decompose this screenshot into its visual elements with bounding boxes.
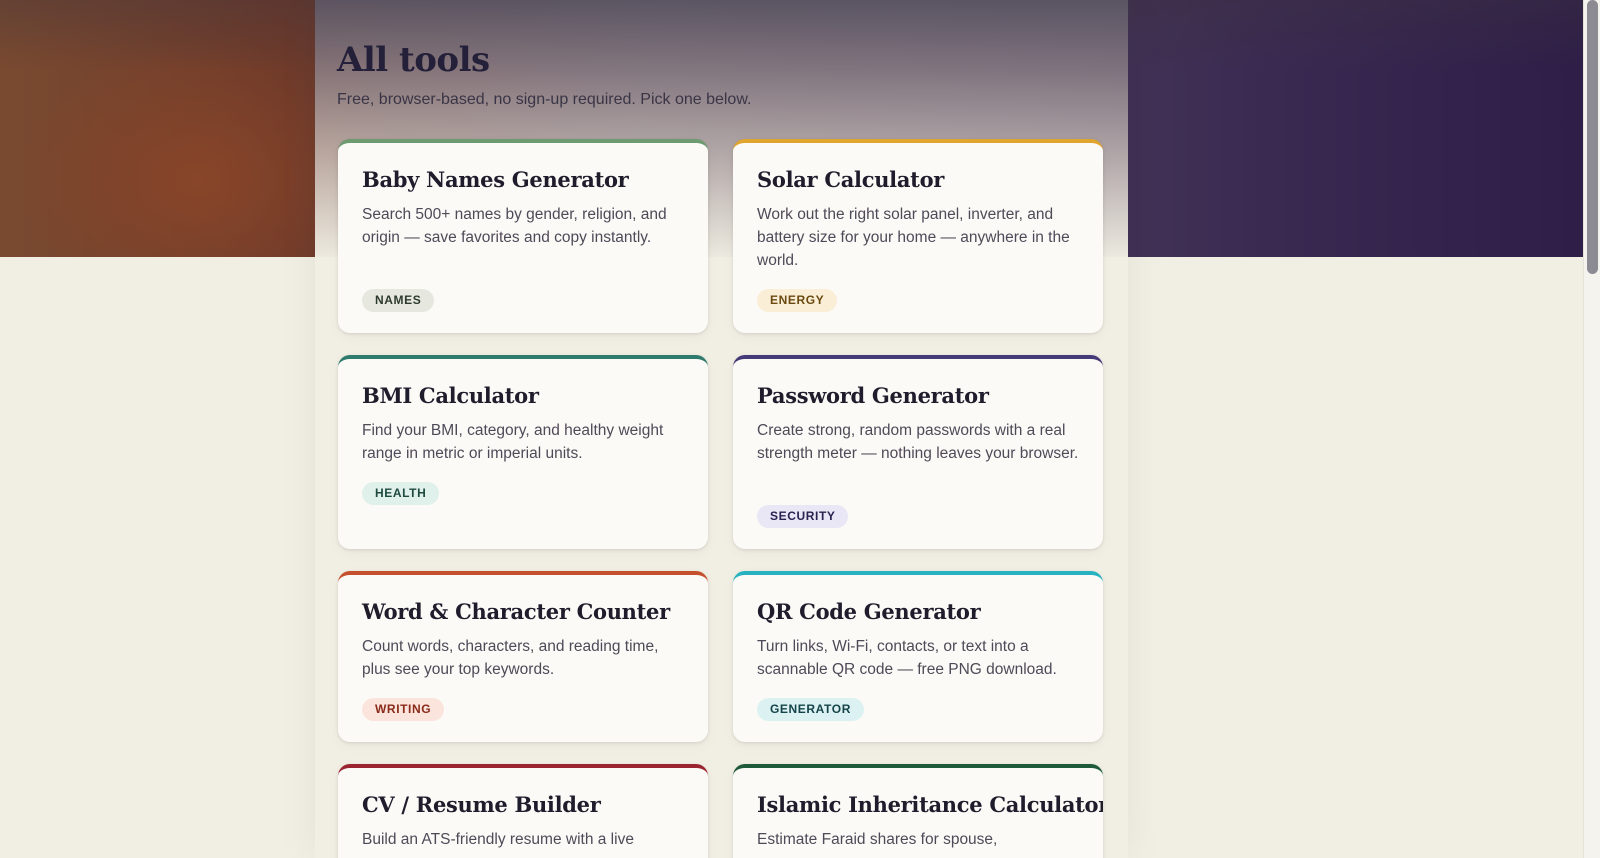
tool-card-description: Build an ATS-friendly resume with a live: [362, 831, 634, 848]
tool-card-title: Baby Names Generator: [362, 167, 629, 192]
tool-card-title: QR Code Generator: [757, 599, 981, 624]
tool-category-badge: GENERATOR: [757, 698, 864, 721]
page-scrollbar[interactable]: [1583, 0, 1600, 858]
tools-content: All tools Free, browser-based, no sign-u…: [315, 0, 1128, 858]
tool-card-islamic-inheritance[interactable]: Islamic Inheritance Calculator Estimate …: [733, 764, 1103, 858]
tool-category-badge: WRITING: [362, 698, 445, 721]
tool-card-title: BMI Calculator: [362, 383, 539, 408]
tool-card-cv-resume[interactable]: CV / Resume Builder Build an ATS-friendl…: [338, 764, 708, 858]
tool-card-word-counter[interactable]: Word & Character Counter Count words, ch…: [338, 571, 708, 742]
tool-card-title: Password Generator: [757, 383, 989, 408]
tool-category-badge: NAMES: [362, 289, 435, 312]
tool-card-description: Estimate Faraid shares for spouse,: [757, 831, 998, 848]
page-viewport: All tools Free, browser-based, no sign-u…: [0, 0, 1584, 858]
tool-card-description: Turn links, Wi-Fi, contacts, or text int…: [757, 638, 1057, 678]
tool-category-badge: ENERGY: [757, 289, 838, 312]
page-subtitle: Free, browser-based, no sign-up required…: [337, 91, 752, 108]
tool-card-title: Word & Character Counter: [362, 599, 670, 624]
tool-card-description: Work out the right solar panel, inverter…: [757, 206, 1070, 269]
tool-card-solar[interactable]: Solar Calculator Work out the right sola…: [733, 139, 1103, 333]
tool-category-badge: SECURITY: [757, 505, 849, 528]
tool-card-title: Islamic Inheritance Calculator: [757, 792, 1103, 817]
tool-card-bmi[interactable]: BMI Calculator Find your BMI, category, …: [338, 355, 708, 549]
tool-card-password[interactable]: Password Generator Create strong, random…: [733, 355, 1103, 549]
tool-card-description: Find your BMI, category, and healthy wei…: [362, 422, 664, 462]
tool-card-description: Count words, characters, and reading tim…: [362, 638, 659, 678]
tool-card-description: Search 500+ names by gender, religion, a…: [362, 206, 667, 246]
tool-card-title: Solar Calculator: [757, 167, 945, 192]
tool-card-qr-code[interactable]: QR Code Generator Turn links, Wi-Fi, con…: [733, 571, 1103, 742]
tool-card-title: CV / Resume Builder: [362, 792, 601, 817]
page-title: All tools: [337, 40, 490, 80]
tool-card-baby-names[interactable]: Baby Names Generator Search 500+ names b…: [338, 139, 708, 333]
scrollbar-thumb[interactable]: [1587, 0, 1598, 274]
tool-card-description: Create strong, random passwords with a r…: [757, 422, 1079, 462]
tool-category-badge: HEALTH: [362, 482, 440, 505]
